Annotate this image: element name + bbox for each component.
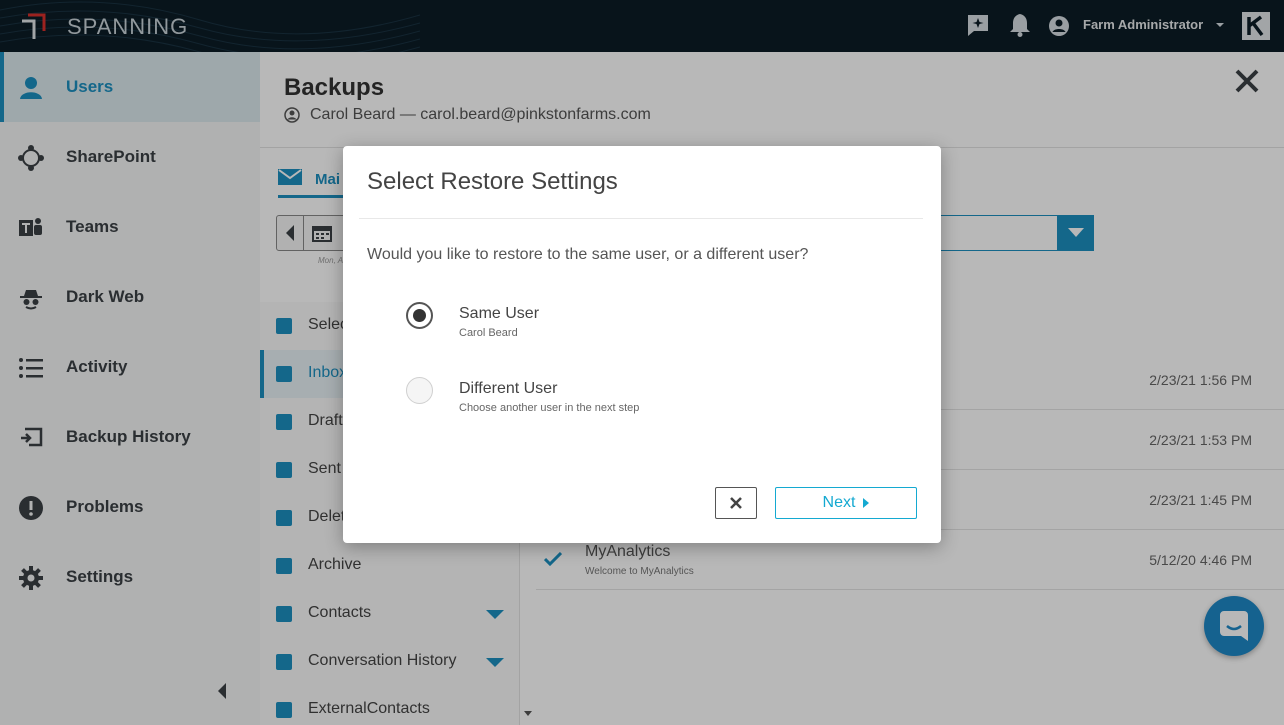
- cancel-button[interactable]: [715, 487, 757, 519]
- restore-settings-dialog: Select Restore Settings Would you like t…: [343, 146, 941, 543]
- radio-different-user[interactable]: [406, 377, 433, 404]
- next-button[interactable]: Next: [775, 487, 917, 519]
- dialog-divider: [359, 218, 923, 219]
- chevron-right-icon: [863, 498, 870, 508]
- option-sub: Carol Beard: [459, 327, 518, 339]
- option-label[interactable]: Different User: [459, 380, 557, 398]
- radio-same-user[interactable]: [406, 302, 433, 329]
- next-label: Next: [822, 494, 856, 511]
- dialog-title: Select Restore Settings: [367, 168, 618, 195]
- dialog-question: Would you like to restore to the same us…: [367, 246, 809, 263]
- option-sub: Choose another user in the next step: [459, 402, 640, 414]
- option-label[interactable]: Same User: [459, 305, 539, 323]
- close-icon: [730, 497, 742, 509]
